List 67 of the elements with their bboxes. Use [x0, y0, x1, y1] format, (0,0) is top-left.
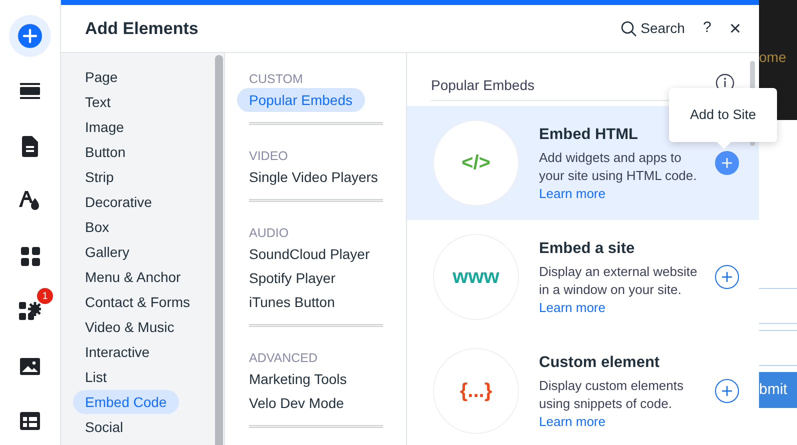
strip-icon: [20, 83, 40, 99]
card-description: Display an external website in a window on your site. Learn more: [539, 262, 698, 317]
category-item[interactable]: Strip: [73, 165, 126, 189]
subcategory-item[interactable]: Single Video Players: [237, 165, 390, 189]
card-description: Display custom elements using snippets of code. Learn more: [539, 376, 684, 431]
subcategory-item[interactable]: SoundCloud Player: [237, 242, 382, 266]
group-heading: VIDEO: [248, 148, 289, 165]
code-glyph: www: [452, 265, 500, 290]
category-item[interactable]: Text: [73, 90, 123, 114]
group-heading: AUDIO: [248, 225, 290, 242]
button-text: bmit: [759, 380, 788, 400]
category-item[interactable]: Embed Code: [73, 390, 179, 414]
subcategory-item[interactable]: Popular Embeds: [237, 88, 365, 112]
learn-more-link[interactable]: Learn more: [539, 300, 606, 315]
tooltip: Add to Site: [669, 88, 777, 142]
group-heading: CUSTOM: [248, 71, 304, 88]
card-title: Embed a site: [539, 239, 636, 260]
submit-button[interactable]: bmit: [759, 372, 797, 408]
card-title: Custom element: [539, 353, 661, 374]
category-item[interactable]: Video & Music: [73, 315, 186, 339]
form-field[interactable]: [759, 330, 797, 366]
category-item[interactable]: Contact & Forms: [73, 290, 202, 314]
add-button[interactable]: [715, 379, 739, 403]
table-icon: [20, 412, 40, 430]
code-glyph: </>: [462, 151, 490, 176]
learn-more-link[interactable]: Learn more: [539, 186, 606, 201]
add-icon: [17, 23, 43, 49]
category-item[interactable]: Social: [73, 415, 136, 439]
font-drop-icon: [19, 191, 41, 211]
help-button[interactable]: ?: [702, 17, 712, 40]
panel-title: Add Elements: [85, 18, 198, 40]
page-icon: [22, 136, 38, 156]
category-item[interactable]: Interactive: [73, 340, 162, 364]
category-item[interactable]: Image: [73, 115, 136, 139]
plus-icon: [722, 158, 732, 168]
search-button[interactable]: Search: [620, 18, 685, 39]
category-item[interactable]: Menu & Anchor: [73, 265, 193, 289]
subcategory-item[interactable]: Spotify Player: [237, 266, 348, 290]
image-icon: [20, 358, 40, 374]
subcategory-item[interactable]: iTunes Button: [237, 290, 347, 314]
card-title: Embed HTML: [539, 125, 640, 146]
form-field[interactable]: [759, 288, 797, 324]
card-description: Add widgets and apps to your site using HTML code. Learn more: [539, 148, 698, 203]
plus-icon: [722, 386, 732, 396]
category-item[interactable]: List: [73, 365, 119, 389]
category-item[interactable]: Box: [73, 215, 122, 239]
category-item[interactable]: Button: [73, 140, 138, 164]
code-glyph: {...}: [460, 379, 492, 404]
toolbar-button[interactable]: 1: [9, 290, 51, 332]
section-heading: Popular Embeds: [431, 76, 535, 95]
learn-more-link[interactable]: Learn more: [539, 414, 606, 429]
add-button[interactable]: [715, 265, 739, 289]
subcategory-item[interactable]: Velo Dev Mode: [237, 391, 356, 415]
close-button[interactable]: ×: [729, 18, 741, 38]
grid-icon: [20, 246, 40, 266]
search-icon: [620, 20, 637, 36]
blocks-gear-icon: [19, 301, 41, 321]
subcategory-item[interactable]: Marketing Tools: [237, 367, 359, 391]
category-item[interactable]: Decorative: [73, 190, 164, 214]
notification-badge: 1: [37, 288, 53, 304]
add-button[interactable]: [715, 151, 739, 175]
plus-icon: [722, 272, 732, 282]
tooltip-pointer: [717, 142, 731, 149]
site-text: ome: [759, 48, 788, 67]
category-item[interactable]: Gallery: [73, 240, 142, 264]
group-heading: ADVANCED: [248, 350, 319, 367]
category-item[interactable]: Page: [73, 65, 130, 89]
